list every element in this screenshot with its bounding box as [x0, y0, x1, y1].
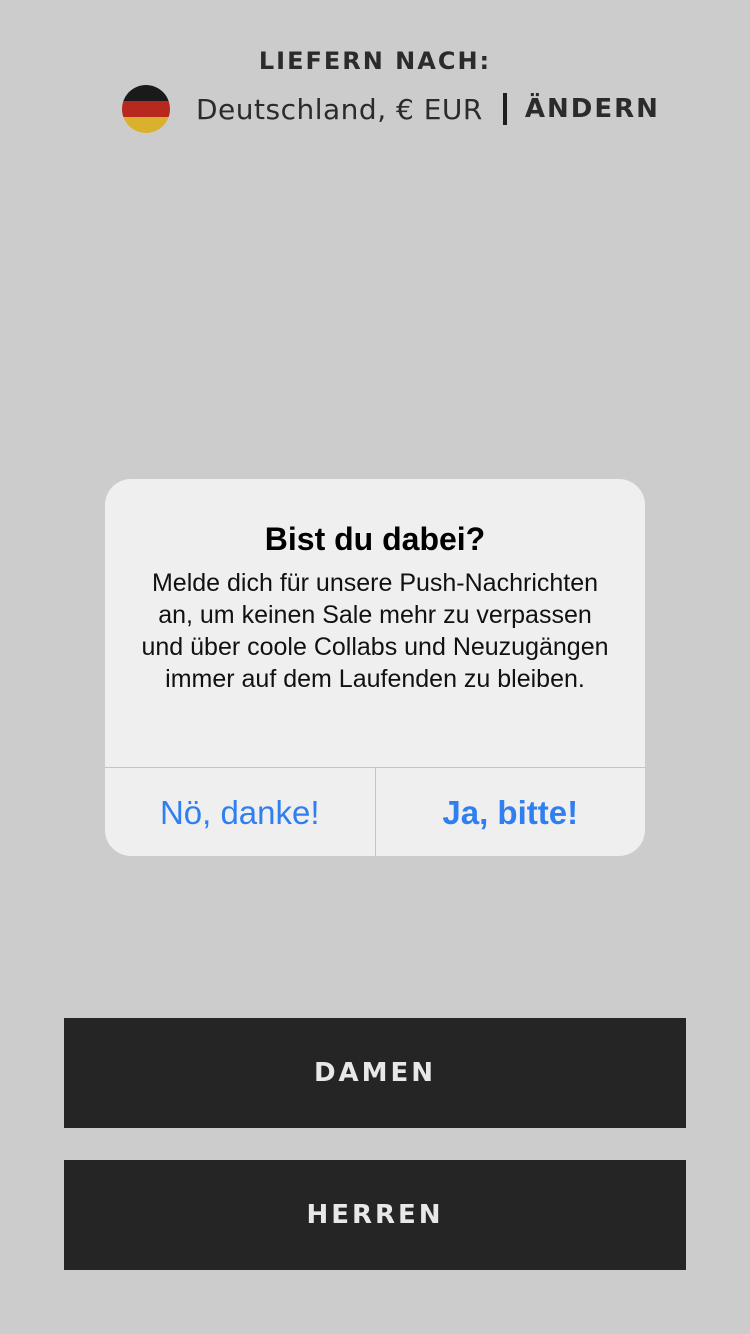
women-category-button[interactable]: DAMEN [64, 1018, 686, 1128]
change-country-link[interactable]: ÄNDERN [525, 94, 660, 124]
shipping-title: LIEFERN NACH: [258, 47, 492, 75]
dialog-title: Bist du dabei? [264, 521, 486, 557]
dialog-actions: Nö, danke! Ja, bitte! [105, 767, 645, 856]
shipping-header: LIEFERN NACH: [0, 44, 750, 78]
men-category-button[interactable]: HERREN [64, 1160, 686, 1270]
shipping-country-row: Deutschland, € EUR ÄNDERN [122, 84, 660, 134]
push-notification-dialog: Bist du dabei? Melde dich für unsere Pus… [105, 479, 645, 856]
dialog-message: Melde dich für unsere Push-Nachrichten a… [141, 569, 609, 693]
accept-button[interactable]: Ja, bitte! [376, 768, 646, 856]
dialog-content: Bist du dabei? Melde dich für unsere Pus… [105, 479, 645, 767]
shipping-country: Deutschland, € EUR [196, 92, 483, 126]
decline-button[interactable]: Nö, danke! [105, 768, 375, 856]
divider [502, 93, 507, 125]
germany-flag-icon [122, 85, 170, 133]
